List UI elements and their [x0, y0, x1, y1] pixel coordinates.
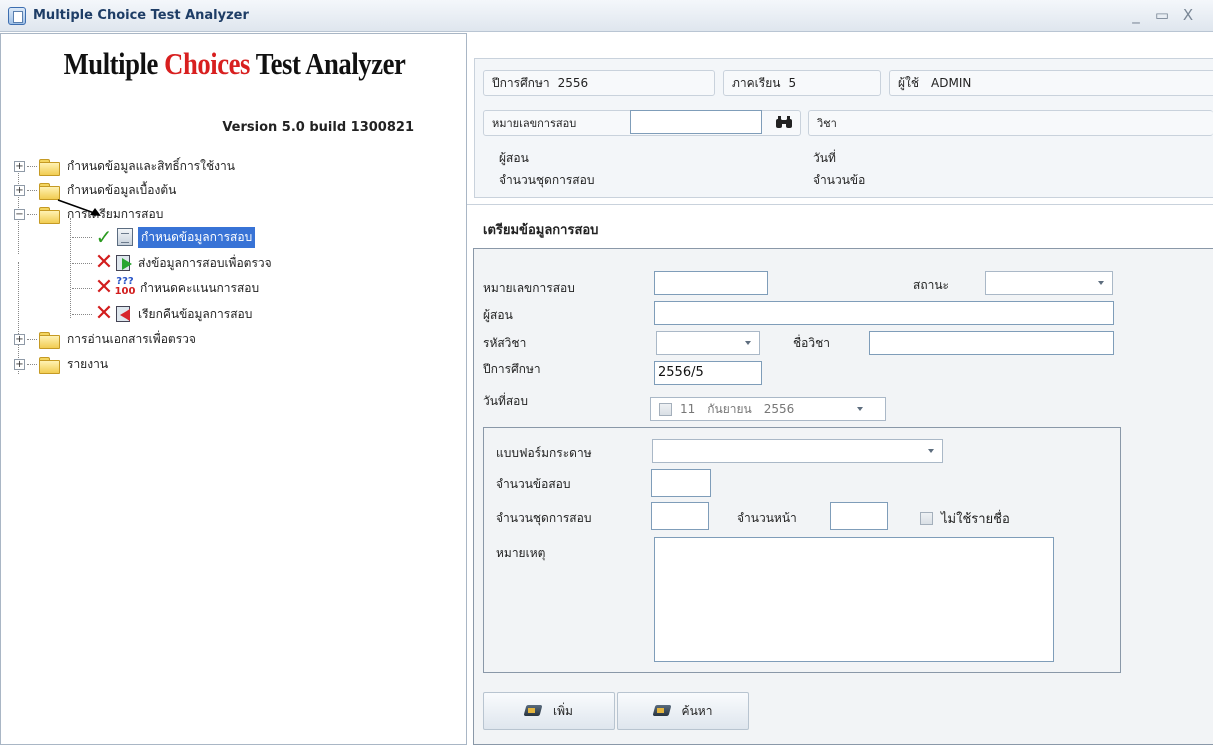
num-sets-label: จำนวนชุดการสอบ	[496, 511, 592, 525]
no-names-checkbox[interactable]: ไม่ใช้รายชื่อ	[920, 508, 1010, 529]
academic-year-display: ปีการศึกษา 2556	[483, 70, 715, 96]
app-logo: Multiple Choices Test Analyzer	[63, 46, 406, 81]
tree-item-basic-data[interactable]: + กำหนดข้อมูลเบื้องต้น	[14, 179, 176, 201]
section-title: เตรียมข้อมูลการสอบ	[483, 223, 599, 238]
search-icon	[654, 705, 672, 717]
tree-item-send-exam[interactable]: ✕ ส่งข้อมูลการสอบเพื่อตรวจ	[72, 252, 272, 274]
subject-display: วิชา	[808, 110, 1213, 136]
num-items-label: จำนวนข้อสอบ	[496, 477, 571, 491]
date-checkbox[interactable]	[659, 402, 672, 416]
status-dropdown[interactable]	[985, 271, 1113, 295]
collapse-icon[interactable]: −	[14, 208, 25, 220]
send-icon	[116, 254, 134, 272]
items-count-label: จำนวนข้อ	[813, 173, 866, 187]
app-icon	[8, 7, 26, 25]
cross-icon: ✕	[94, 250, 114, 275]
close-button[interactable]: X	[1177, 5, 1199, 25]
expand-icon[interactable]: +	[14, 160, 25, 172]
folder-icon	[39, 182, 60, 200]
paper-form-label: แบบฟอร์มกระดาษ	[496, 446, 592, 460]
add-button[interactable]: เพิ่ม	[483, 692, 615, 730]
mouse-pointer-arrow	[57, 199, 101, 216]
exam-date-picker[interactable]: 11 กันยายน 2556	[650, 397, 886, 421]
version-label: Version 5.0 build 1300821	[222, 120, 414, 135]
teacher-label: ผู้สอน	[483, 308, 513, 322]
tree-item-recall-exam[interactable]: ✕ เรียกคืนข้อมูลการสอบ	[72, 303, 252, 325]
title-bar: Multiple Choice Test Analyzer _ ▭ X	[0, 0, 1213, 32]
maximize-button[interactable]: ▭	[1151, 5, 1173, 25]
tree-item-exam-score[interactable]: ✕ ??? 100 กำหนดคะแนนการสอบ	[72, 277, 259, 299]
tree-item-permissions[interactable]: + กำหนดข้อมูลและสิทธิ์การใช้งาน	[14, 155, 235, 177]
form-exam-number-input[interactable]	[654, 271, 768, 295]
academic-year-label: ปีการศึกษา	[483, 362, 541, 376]
recall-icon	[116, 305, 134, 323]
num-pages-input[interactable]	[830, 502, 888, 530]
term-display: ภาคเรียน 5	[723, 70, 881, 96]
checkmark-icon: ✓	[95, 225, 113, 249]
cross-icon: ✕	[94, 301, 114, 326]
exam-date-label: วันที่สอบ	[483, 394, 528, 408]
window-title: Multiple Choice Test Analyzer	[33, 8, 249, 23]
paper-form-dropdown[interactable]	[652, 439, 943, 463]
sets-count-label: จำนวนชุดการสอบ	[499, 173, 595, 187]
navigation-panel: Multiple Choices Test Analyzer Version 5…	[0, 33, 467, 745]
expand-icon[interactable]: +	[14, 358, 25, 370]
exam-number-label: หมายเลขการสอบ	[483, 281, 575, 295]
tree-item-define-exam[interactable]: ✓ กำหนดข้อมูลการสอบ	[72, 225, 256, 249]
teacher-label: ผู้สอน	[499, 151, 529, 165]
expand-icon[interactable]: +	[14, 333, 25, 345]
num-items-input[interactable]	[651, 469, 711, 497]
chevron-down-icon	[1098, 281, 1104, 285]
chevron-down-icon	[928, 449, 934, 453]
folder-icon	[39, 158, 60, 176]
folder-open-icon	[39, 206, 60, 224]
num-pages-label: จำนวนหน้า	[737, 511, 797, 525]
exam-number-input[interactable]	[630, 110, 762, 134]
tree-item-reports[interactable]: + รายงาน	[14, 353, 108, 375]
score-icon: ??? 100	[114, 276, 136, 297]
teacher-input[interactable]	[654, 301, 1114, 325]
binoculars-search-icon[interactable]	[775, 115, 793, 133]
date-label: วันที่	[813, 151, 836, 165]
add-icon	[525, 705, 543, 717]
chevron-down-icon	[857, 407, 863, 411]
cross-icon: ✕	[94, 275, 114, 300]
num-sets-input[interactable]	[651, 502, 709, 530]
document-icon	[117, 228, 133, 246]
notes-label: หมายเหตุ	[496, 546, 546, 560]
folder-icon	[39, 331, 60, 349]
tree-item-document-reading[interactable]: + การอ่านเอกสารเพื่อตรวจ	[14, 328, 196, 350]
checkbox-icon[interactable]	[920, 512, 933, 525]
expand-icon[interactable]: +	[14, 184, 25, 196]
subject-name-label: ชื่อวิชา	[793, 336, 830, 350]
subject-name-input[interactable]	[869, 331, 1114, 355]
subject-code-dropdown[interactable]	[656, 331, 760, 355]
minimize-button[interactable]: _	[1125, 5, 1147, 25]
folder-icon	[39, 356, 60, 374]
notes-textarea[interactable]	[654, 537, 1054, 662]
status-label: สถานะ	[913, 278, 949, 292]
academic-year-input[interactable]: 2556/5	[654, 361, 762, 385]
user-display: ผู้ใช้ ADMIN	[889, 70, 1213, 96]
subject-code-label: รหัสวิชา	[483, 336, 527, 350]
search-button[interactable]: ค้นหา	[617, 692, 749, 730]
chevron-down-icon	[745, 341, 751, 345]
